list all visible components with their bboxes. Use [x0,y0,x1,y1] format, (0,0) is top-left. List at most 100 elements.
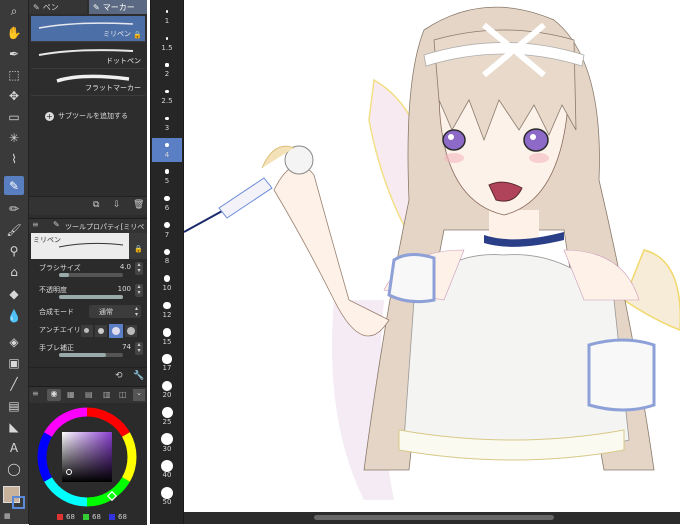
brush-size-item[interactable]: 1.5 [152,31,182,56]
prop-brush-size[interactable]: ブラシサイズ 4.0 ▴ ▾ [39,262,145,277]
eyedropper-icon[interactable]: ⌇ [4,149,24,168]
brush-size-item[interactable]: 2 [152,57,182,82]
antialias-option-strong[interactable] [125,325,137,337]
ruler-icon[interactable]: ◣ [4,417,24,436]
magic-wand-icon[interactable]: ✳ [4,128,24,147]
selection-icon[interactable]: ▭ [4,107,24,126]
tool-property-footer: ⟲ 🔧 [29,367,147,386]
brush-size-item[interactable]: 3 [152,111,182,136]
pen-icon[interactable]: ✎ [4,176,24,195]
chevron-down-icon[interactable]: ⌄ [133,389,145,401]
duplicate-icon[interactable]: ⧉ [93,200,99,210]
gradient-icon[interactable]: ▣ [4,353,24,372]
tab-intermediate[interactable]: ▤ [85,390,93,399]
plus-circle-icon: + [45,111,54,121]
antialias-option-weak[interactable] [95,325,107,337]
stepper-icon[interactable]: ▴ ▾ [135,342,143,355]
brush-size-dot [165,36,169,40]
tab-pen[interactable]: ✎ ペン [29,0,87,14]
eraser-icon[interactable]: ◆ [4,284,24,303]
antialias-option-none[interactable] [81,325,93,337]
tab-color-wheel[interactable]: ◉ [47,389,61,401]
line-icon[interactable]: ╱ [4,374,24,393]
brush-item-flat-marker[interactable]: フラットマーカー [31,70,145,96]
balloon-icon[interactable]: ◯ [4,459,24,478]
stepper-icon[interactable]: ▴ ▾ [135,284,143,297]
brush-item-label: フラットマーカー [85,84,141,92]
menu-icon[interactable]: ≡ [32,220,39,229]
tab-approximate[interactable]: ▥ [103,390,111,399]
color-wheel[interactable] [35,405,139,509]
brush-size-item[interactable]: 15 [152,325,182,350]
brush-item-mili[interactable]: ミリペン 🔒 [31,16,145,42]
brush-size-item[interactable]: 10 [152,271,182,296]
brush-size-item[interactable]: 5 [152,164,182,189]
blend-icon[interactable]: 💧 [4,306,24,325]
prop-antialias[interactable]: アンチエイリ [39,324,145,339]
lock-button[interactable]: 🔒 [129,233,147,259]
horizontal-scrollbar[interactable] [184,512,680,524]
frame-icon[interactable]: ▤ [4,396,24,415]
wrench-icon[interactable]: 🔧 [133,371,144,381]
prop-stabilizer[interactable]: 手ブレ補正 74 ▴ ▾ [39,342,145,357]
text-icon[interactable]: A [4,438,24,457]
brush-size-item[interactable]: 50 [152,485,182,510]
brush-size-label: 7 [164,230,170,239]
add-subtool-button[interactable]: + サブツールを追加する [45,110,128,122]
tab-marker[interactable]: ✎ マーカー [89,0,147,14]
hand-icon[interactable]: ✋ [4,23,24,42]
brush-size-item[interactable]: 20 [152,378,182,403]
brush-size-dot [165,116,169,121]
move-icon[interactable]: ✥ [4,86,24,105]
brush-size-label: 5 [164,177,170,186]
pencil-icon[interactable]: ✏ [4,199,24,218]
lock-icon: 🔒 [134,245,143,253]
download-icon[interactable]: ⇩ [113,200,121,210]
prop-label: ブラシサイズ [39,264,81,272]
antialias-option-medium[interactable] [109,324,123,338]
magnifier-icon[interactable]: ⌕ [4,2,24,21]
brush-size-item[interactable]: 8 [152,245,182,270]
pen-nib-icon[interactable]: ✒ [4,44,24,63]
stabilizer-slider[interactable] [59,353,123,357]
blend-mode-select[interactable]: 通常 ▴ ▾ [89,305,141,318]
trash-icon[interactable]: 🗑 [133,200,144,210]
sub-color-swatch[interactable] [12,496,25,509]
brush-size-item[interactable]: 40 [152,458,182,483]
reset-icon[interactable]: ⟲ [115,371,123,381]
brush-size-label: 20 [162,391,172,400]
tab-pen-label: ペン [42,2,59,12]
opacity-slider[interactable] [59,295,123,299]
brush-size-item[interactable]: 4 [152,137,182,163]
brush-size-item[interactable]: 30 [152,432,182,457]
object-icon[interactable]: ⬚ [4,65,24,84]
brush-size-item[interactable]: 7 [152,218,182,243]
brush-size-item[interactable]: 6 [152,191,182,216]
drawing-canvas[interactable] [184,0,680,512]
tab-history[interactable]: ◫ [119,390,127,399]
prop-label: 合成モード [39,308,74,316]
fill-icon[interactable]: ◈ [4,332,24,351]
scrollbar-thumb[interactable] [314,515,554,520]
brush-size-item[interactable]: 25 [152,405,182,430]
prop-blend-mode[interactable]: 合成モード 通常 ▴ ▾ [39,305,145,321]
brush-item-dot[interactable]: ドットペン [31,43,145,69]
brush-size-item[interactable]: 2.5 [152,84,182,109]
brush-size-dot [165,89,169,94]
menu-icon[interactable]: ≡ [32,389,39,398]
brush-size-palette: 1 1.5 2 2.5 3 4 5 6 7 8 10 12 15 17 20 25 30 40 50 [150,0,184,524]
brush-preview: ミリペン [31,233,129,259]
decoration-icon[interactable]: ⌂ [4,262,24,281]
brush-icon[interactable]: 🖌 [4,220,24,239]
brush-size-dot [162,354,172,364]
prop-opacity[interactable]: 不透明度 100 ▴ ▾ [39,284,145,299]
brush-size-item[interactable]: 12 [152,298,182,323]
brush-size-item[interactable]: 17 [152,352,182,377]
airbrush-icon[interactable]: ⚲ [4,241,24,260]
brush-size-slider[interactable] [59,273,123,277]
brush-size-item[interactable]: 1 [152,4,182,29]
transparent-color-icon[interactable]: ▦ [4,512,24,520]
tab-color-set[interactable]: ▦ [67,390,75,399]
stepper-icon[interactable]: ▴ ▾ [135,262,143,275]
green-swatch [83,514,89,520]
